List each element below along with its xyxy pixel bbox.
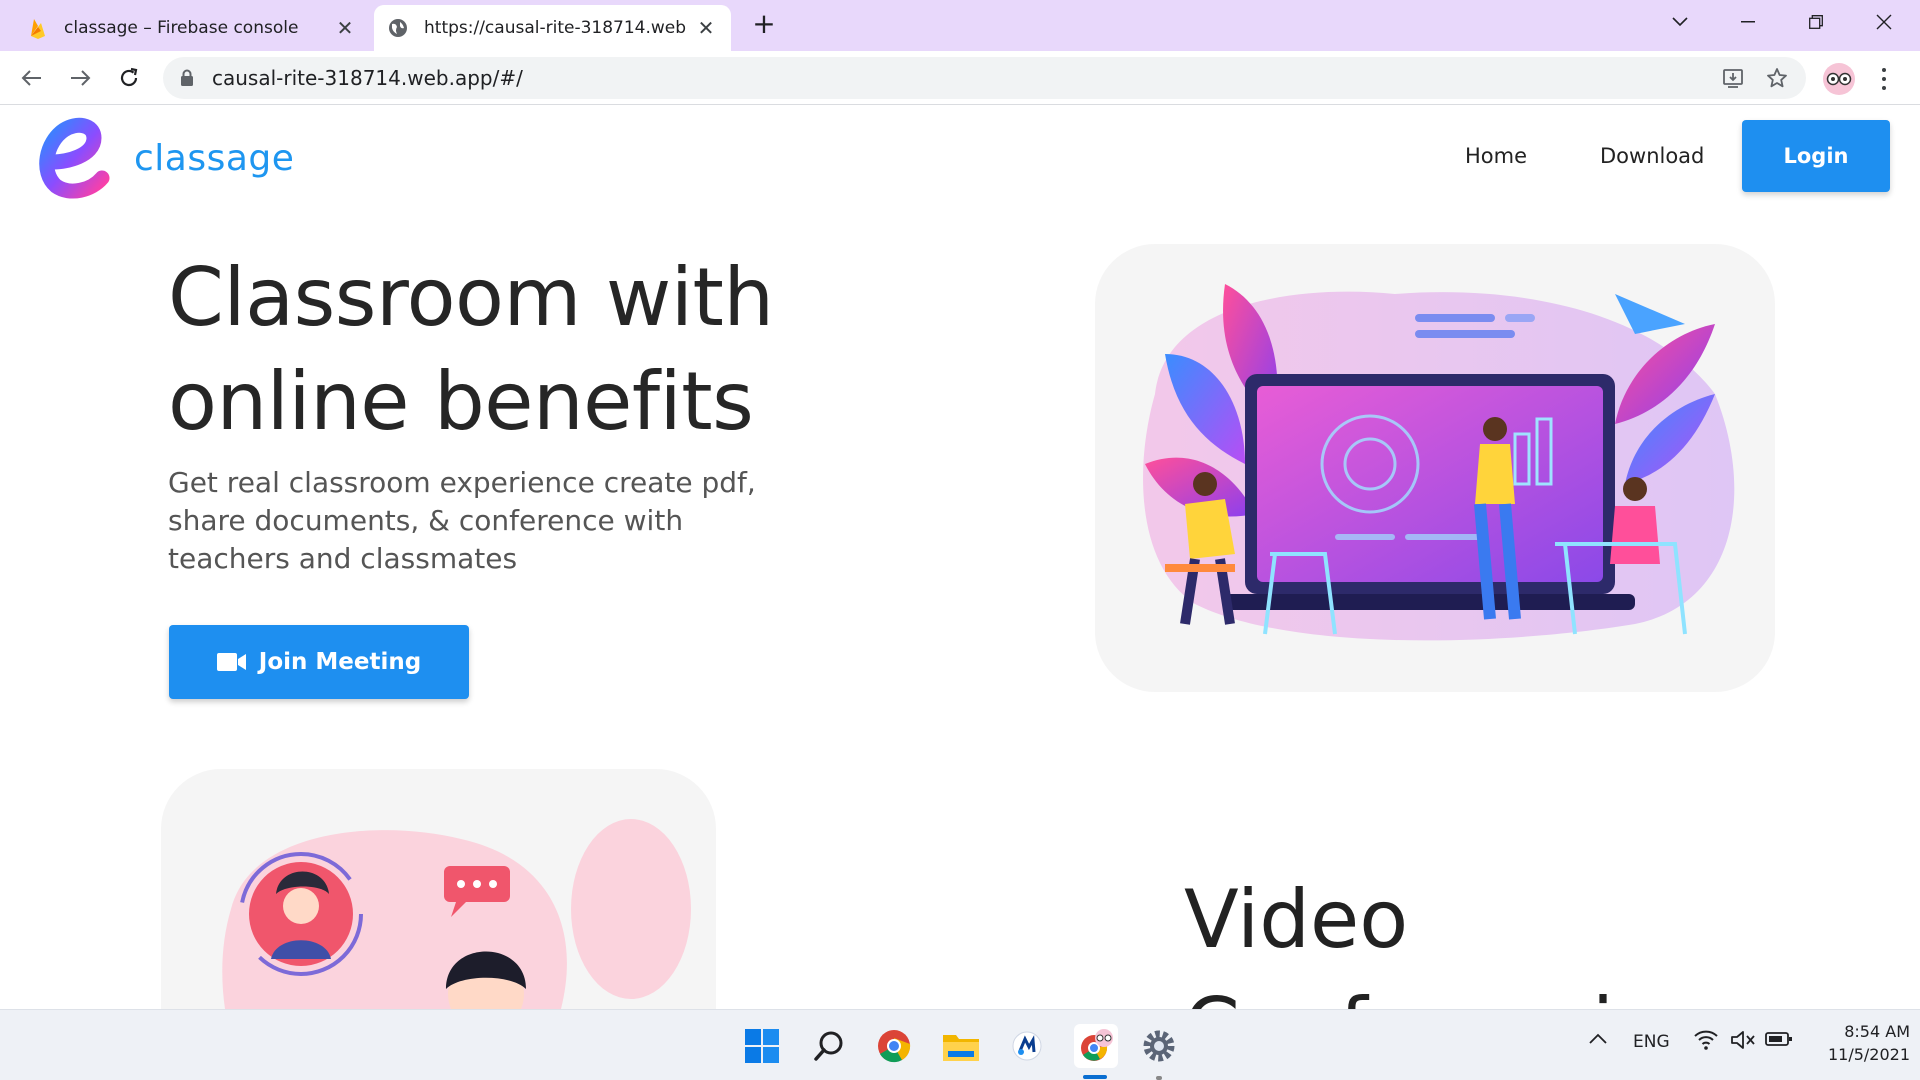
classroom-illustration [1143,284,1735,641]
forward-icon[interactable] [65,63,95,93]
profile-avatar[interactable] [1823,63,1855,95]
start-menu-icon[interactable] [742,1026,782,1066]
feature-title-line1: Video [1184,873,1409,966]
tab-search-icon[interactable] [1652,0,1708,44]
video-camera-icon [216,653,246,671]
reload-icon[interactable] [114,63,144,93]
chrome-profile-taskbar-icon[interactable] [1074,1024,1118,1068]
new-tab-button[interactable]: + [748,9,780,41]
clock-date: 11/5/2021 [1827,1045,1910,1064]
join-meeting-label: Join Meeting [258,649,422,675]
url-text[interactable]: causal-rite-318714.web.app/#/ [212,66,1718,90]
close-window-icon[interactable] [1856,0,1912,44]
app-icon[interactable] [1007,1026,1047,1066]
windows-taskbar: ENG 8:54 AM 11/5/2021 [0,1009,1920,1080]
tab-classage-app[interactable]: https://causal-rite-318714.web.ap ✕ [374,5,731,51]
firebase-icon [28,18,48,39]
language-indicator[interactable]: ENG [1633,1032,1670,1052]
browser-tab-strip: classage – Firebase console ✕ https://ca… [0,0,1920,51]
tab-title: classage – Firebase console [64,18,299,38]
settings-gear-icon[interactable] [1139,1026,1179,1066]
hero-subtitle: Get real classroom experience create pdf… [168,466,756,575]
back-icon[interactable] [17,63,47,93]
show-hidden-icons-chevron-icon[interactable] [1588,1030,1608,1050]
classage-logo-icon [39,117,110,199]
hero-title: Classroom with online benefits [168,246,868,454]
browser-toolbar: causal-rite-318714.web.app/#/ [0,51,1920,105]
active-app-indicator [1083,1075,1107,1079]
system-clock[interactable]: 8:54 AM 11/5/2021 [1810,1020,1910,1066]
brand-name: classage [134,137,295,179]
login-button[interactable]: Login [1742,120,1890,192]
hero-title-line2: online benefits [168,355,754,448]
clock-time: 8:54 AM [1844,1022,1910,1041]
battery-icon[interactable] [1765,1031,1793,1052]
video-illustration [161,769,716,1009]
tab-title: https://causal-rite-318714.web.ap [424,18,687,38]
chrome-icon[interactable] [874,1026,914,1066]
install-app-icon[interactable] [1718,63,1748,93]
search-icon[interactable] [809,1026,849,1066]
hero-illustration [1095,244,1775,692]
browser-menu-icon[interactable] [1872,65,1896,93]
web-page: classage Home Download Login Classroom w… [0,106,1920,1009]
running-app-indicator [1156,1076,1162,1080]
join-meeting-button[interactable]: Join Meeting [169,625,469,699]
nav-home-link[interactable]: Home [1465,144,1527,168]
wifi-icon[interactable] [1694,1030,1718,1055]
video-call-illustration [222,819,691,1009]
tab-firebase-console[interactable]: classage – Firebase console ✕ [14,5,370,51]
nav-download-link[interactable]: Download [1600,144,1704,168]
file-explorer-icon[interactable] [941,1026,981,1066]
minimize-icon[interactable] [1720,0,1776,44]
close-tab-icon[interactable]: ✕ [695,16,717,40]
hero-title-line1: Classroom with [168,251,774,344]
site-logo[interactable]: classage [36,116,294,200]
globe-icon [388,18,408,38]
lock-icon[interactable] [180,69,196,87]
volume-muted-icon[interactable] [1730,1030,1756,1055]
feature-title: Video Conferencing [1184,866,1716,1009]
close-tab-icon[interactable]: ✕ [334,16,356,40]
restore-icon[interactable] [1788,0,1844,44]
address-bar[interactable]: causal-rite-318714.web.app/#/ [163,57,1806,99]
feature-title-line2: Conferencing [1184,981,1716,1009]
bookmark-star-icon[interactable] [1762,63,1792,93]
